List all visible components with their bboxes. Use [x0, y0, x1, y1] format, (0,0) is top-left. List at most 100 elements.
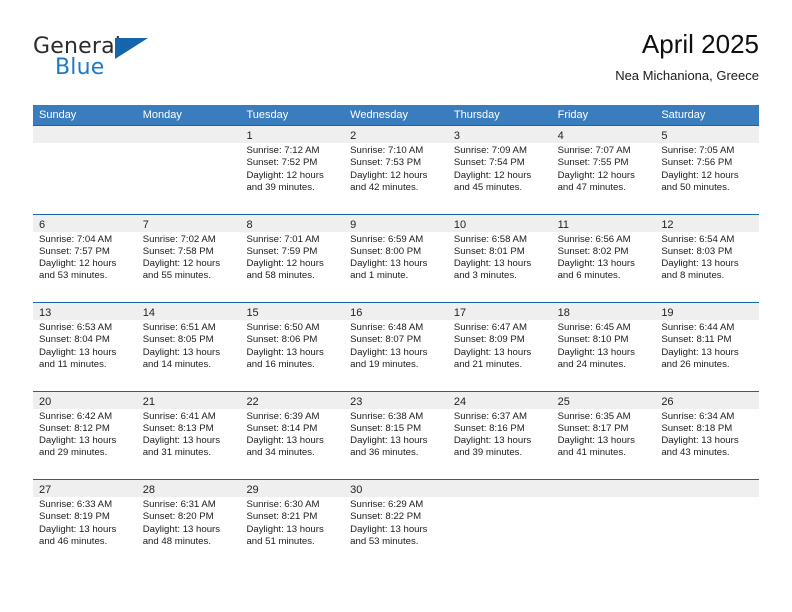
day-cell-18[interactable]: 18 Sunrise: 6:45 AM Sunset: 8:10 PM Dayligh…: [551, 303, 656, 391]
day-cell-11[interactable]: 11 Sunrise: 6:56 AM Sunset: 8:02 PM Dayligh…: [551, 214, 656, 302]
day-number: 16: [350, 307, 363, 319]
day-detail-line: Sunrise: 7:02 AM: [142, 233, 216, 245]
day-cell-28[interactable]: 28 Sunrise: 6:31 AM Sunset: 8:20 PM Dayligh…: [136, 480, 241, 568]
day-number: 26: [661, 395, 674, 408]
day-details: Sunrise: 6:35 AM Sunset: 8:17 PM Daylight:…: [552, 409, 656, 460]
day-detail-line: and 53 minutes.: [350, 535, 419, 547]
day-details: Sunrise: 6:42 AM Sunset: 8:12 PM Daylight:…: [33, 409, 137, 460]
day-detail-line: and 53 minutes.: [39, 270, 108, 282]
day-detail-line: Sunset: 8:10 PM: [557, 334, 629, 346]
day-detail-line: Sunset: 8:09 PM: [453, 334, 525, 346]
weekday-header-row: Sunday Monday Tuesday Wednesday Thursday Frid…: [33, 105, 759, 125]
day-cell-13[interactable]: 13 Sunrise: 6:53 AM Sunset: 8:04 PM Dayligh…: [33, 303, 137, 391]
day-cell-19[interactable]: 19 Sunrise: 6:44 AM Sunset: 8:11 PM Dayligh…: [655, 303, 760, 391]
day-detail-line: and 19 minutes.: [350, 358, 419, 370]
brand-logo[interactable]: General Blue: [33, 34, 253, 90]
day-details: Sunrise: 6:56 AM Sunset: 8:02 PM Daylight:…: [552, 232, 656, 283]
day-number-strip: 1: [240, 126, 345, 143]
day-detail-line: and 46 minutes.: [39, 535, 108, 547]
day-number-strip: [655, 480, 760, 497]
day-detail-line: and 34 minutes.: [246, 447, 315, 459]
day-details: Sunrise: 6:47 AM Sunset: 8:09 PM Daylight:…: [448, 320, 552, 371]
day-detail-line: Daylight: 13 hours: [661, 435, 739, 447]
day-number: 18: [557, 307, 570, 319]
day-cell-9[interactable]: 9 Sunrise: 6:59 AM Sunset: 8:00 PM Daylight…: [344, 214, 448, 302]
day-cell-17[interactable]: 17 Sunrise: 6:47 AM Sunset: 8:09 PM Dayligh…: [447, 303, 552, 391]
day-cell-16[interactable]: 16 Sunrise: 6:48 AM Sunset: 8:07 PM Dayligh…: [344, 303, 448, 391]
day-details: Sunrise: 6:41 AM Sunset: 8:13 PM Daylight:…: [137, 409, 241, 460]
day-number: 28: [142, 484, 155, 496]
day-detail-line: Sunrise: 6:45 AM: [557, 322, 631, 333]
day-number-strip: 25: [551, 391, 656, 409]
day-cell-24[interactable]: 24 Sunrise: 6:37 AM Sunset: 8:16 PM Dayligh…: [447, 391, 552, 479]
day-detail-line: Sunrise: 6:39 AM: [246, 410, 320, 422]
day-cell-10[interactable]: 10 Sunrise: 6:58 AM Sunset: 8:01 PM Dayligh…: [447, 214, 552, 302]
day-number-strip: [551, 480, 656, 497]
day-details: Sunrise: 7:09 AM Sunset: 7:54 PM Daylight:…: [448, 143, 552, 194]
day-detail-line: Sunset: 7:54 PM: [453, 157, 525, 169]
day-number-strip: 19: [655, 303, 760, 320]
day-detail-line: Daylight: 12 hours: [661, 169, 739, 181]
day-detail-line: Sunset: 8:06 PM: [246, 334, 318, 346]
day-cell-20[interactable]: 20 Sunrise: 6:42 AM Sunset: 8:12 PM Dayligh…: [33, 391, 137, 479]
day-cell-7[interactable]: 7 Sunrise: 7:02 AM Sunset: 7:58 PM Daylight…: [136, 214, 241, 302]
day-cell-29[interactable]: 29 Sunrise: 6:30 AM Sunset: 8:21 PM Dayligh…: [240, 480, 345, 568]
day-details: Sunrise: 7:05 AM Sunset: 7:56 PM Daylight:…: [655, 143, 759, 194]
day-cell-27[interactable]: 27 Sunrise: 6:33 AM Sunset: 8:19 PM Dayligh…: [33, 480, 137, 568]
day-details: Sunrise: 6:29 AM Sunset: 8:22 PM Daylight:…: [344, 497, 448, 548]
day-detail-line: Sunset: 8:03 PM: [661, 245, 733, 257]
day-cell-15[interactable]: 15 Sunrise: 6:50 AM Sunset: 8:06 PM Dayligh…: [240, 303, 345, 391]
day-number-strip: 2: [344, 126, 448, 143]
day-detail-line: Sunrise: 6:59 AM: [350, 233, 424, 245]
day-number-strip: 27: [33, 480, 137, 497]
day-number-strip: [447, 480, 552, 497]
day-detail-line: Sunrise: 6:56 AM: [557, 233, 631, 245]
day-number: 1: [246, 130, 253, 142]
day-detail-line: Daylight: 12 hours: [246, 258, 324, 270]
day-detail-line: and 43 minutes.: [661, 447, 730, 459]
day-detail-line: Sunrise: 7:09 AM: [453, 145, 527, 156]
day-cell-6[interactable]: 6 Sunrise: 7:04 AM Sunset: 7:57 PM Daylight…: [33, 214, 137, 302]
day-number-strip: 26: [655, 391, 760, 409]
day-cell-26[interactable]: 26 Sunrise: 6:34 AM Sunset: 8:18 PM Dayligh…: [655, 391, 760, 479]
day-detail-line: Sunrise: 6:42 AM: [39, 410, 113, 422]
calendar-week-row: 13 Sunrise: 6:53 AM Sunset: 8:04 PM Dayligh…: [33, 302, 760, 391]
page-header: General Blue April 2025 Nea Michaniona, …: [33, 28, 759, 90]
day-detail-line: Sunrise: 6:38 AM: [350, 410, 424, 422]
day-detail-line: Sunrise: 7:05 AM: [661, 145, 735, 156]
day-number-strip: 18: [551, 303, 656, 320]
day-cell-3[interactable]: 3 Sunrise: 7:09 AM Sunset: 7:54 PM Daylight…: [447, 126, 552, 214]
day-number: 29: [246, 484, 259, 496]
day-detail-line: Daylight: 12 hours: [39, 258, 117, 270]
day-detail-line: and 45 minutes.: [453, 181, 523, 193]
calendar-weeks: 1 Sunrise: 7:12 AM Sunset: 7:52 PM Daylight…: [33, 125, 760, 568]
day-detail-line: Daylight: 13 hours: [350, 258, 428, 270]
day-cell-22[interactable]: 22 Sunrise: 6:39 AM Sunset: 8:14 PM Dayligh…: [240, 391, 345, 479]
day-detail-line: Daylight: 13 hours: [453, 346, 532, 358]
day-cell-4[interactable]: 4 Sunrise: 7:07 AM Sunset: 7:55 PM Daylight…: [551, 126, 656, 214]
day-detail-line: Daylight: 13 hours: [39, 523, 117, 535]
day-detail-line: Daylight: 12 hours: [557, 169, 635, 181]
day-detail-line: Sunset: 8:14 PM: [246, 422, 318, 434]
day-cell-21[interactable]: 21 Sunrise: 6:41 AM Sunset: 8:13 PM Dayligh…: [136, 391, 241, 479]
day-number: 12: [661, 218, 674, 231]
day-number-strip: 11: [551, 214, 656, 232]
day-detail-line: Sunset: 8:20 PM: [142, 511, 214, 523]
day-details: Sunrise: 6:39 AM Sunset: 8:14 PM Daylight:…: [240, 409, 344, 460]
day-cell-14[interactable]: 14 Sunrise: 6:51 AM Sunset: 8:05 PM Dayligh…: [136, 303, 241, 391]
day-cell-1[interactable]: 1 Sunrise: 7:12 AM Sunset: 7:52 PM Daylight…: [240, 126, 345, 214]
day-cell-23[interactable]: 23 Sunrise: 6:38 AM Sunset: 8:15 PM Dayligh…: [344, 391, 448, 479]
day-number-strip: 16: [344, 303, 448, 320]
day-cell-8[interactable]: 8 Sunrise: 7:01 AM Sunset: 7:59 PM Daylight…: [240, 214, 345, 302]
day-detail-line: Sunset: 8:22 PM: [350, 511, 422, 523]
day-number: 3: [453, 130, 460, 142]
day-cell-2[interactable]: 2 Sunrise: 7:10 AM Sunset: 7:53 PM Daylight…: [344, 126, 448, 214]
day-detail-line: Sunrise: 6:37 AM: [453, 410, 527, 422]
day-detail-line: and 39 minutes.: [246, 181, 315, 193]
day-detail-line: and 36 minutes.: [350, 447, 419, 459]
day-cell-30[interactable]: 30 Sunrise: 6:29 AM Sunset: 8:22 PM Dayligh…: [344, 480, 448, 568]
day-cell-5[interactable]: 5 Sunrise: 7:05 AM Sunset: 7:56 PM Daylight…: [655, 126, 760, 214]
day-details: Sunrise: 7:07 AM Sunset: 7:55 PM Daylight:…: [552, 143, 656, 194]
day-cell-12[interactable]: 12 Sunrise: 6:54 AM Sunset: 8:03 PM Dayligh…: [655, 214, 760, 302]
day-cell-25[interactable]: 25 Sunrise: 6:35 AM Sunset: 8:17 PM Dayligh…: [551, 391, 656, 479]
